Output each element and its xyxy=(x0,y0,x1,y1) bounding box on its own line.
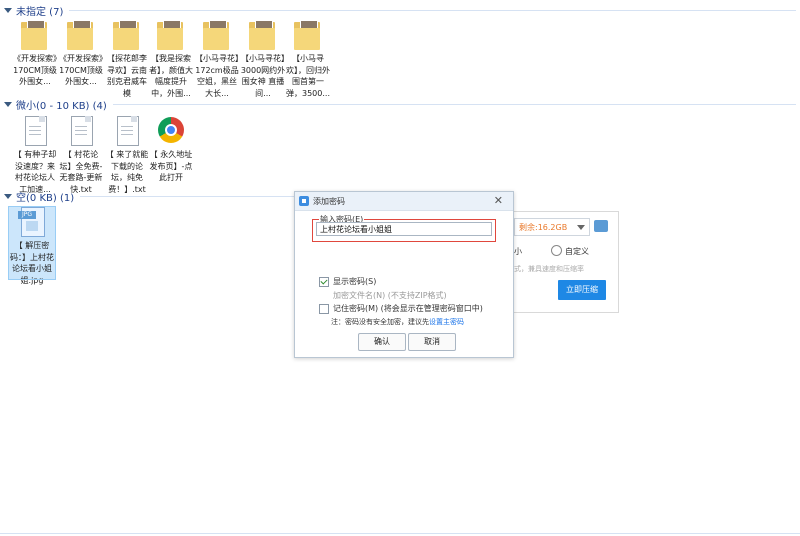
file-label: 【 永久地址发布页】-点此打开 xyxy=(149,150,193,182)
jpg-file-icon: JPG xyxy=(18,207,46,237)
folder-item[interactable]: 【小马寻欢】，回归外围首第一弹，3500... xyxy=(285,20,331,99)
shortcut-item[interactable]: 【 永久地址发布页】-点此打开 xyxy=(148,116,194,184)
encrypt-filename-option: 加密文件名(N) (不支持ZIP格式) xyxy=(319,290,447,301)
show-password-label: 显示密码(S) xyxy=(333,277,377,286)
folder-photo-icon xyxy=(21,20,49,50)
save-location-select[interactable]: 剩余:16.2GB xyxy=(514,218,590,236)
folder-photo-icon xyxy=(113,20,141,50)
folder-item[interactable]: 《开发探索》170CM顶级外围女... xyxy=(58,20,104,88)
group-title: 空(0 KB) (1) xyxy=(16,192,75,204)
folder-item[interactable]: 【探花郎李寻欢】云南别克君威车模 xyxy=(104,20,150,99)
folder-photo-icon xyxy=(203,20,231,50)
remember-password-option[interactable]: 记住密码(M) (将会显示在管理密码窗口中) xyxy=(319,303,483,314)
file-label: 《开发探索》170CM顶级外围女... xyxy=(13,54,57,86)
folder-item[interactable]: 【我是探索者】，颜值大幅度提升中，外围... xyxy=(148,20,194,99)
remember-password-label: 记住密码(M) (将会显示在管理密码窗口中) xyxy=(333,304,483,313)
text-file-item[interactable]: 【 有种子却没速度？来村花论坛人工加速... xyxy=(12,116,58,195)
option-custom-label: 自定义 xyxy=(565,247,589,256)
show-password-option[interactable]: 显示密码(S) xyxy=(319,276,376,287)
browse-folder-icon[interactable] xyxy=(594,220,608,232)
collapse-arrow-icon[interactable] xyxy=(4,7,12,13)
confirm-button[interactable]: 确认 xyxy=(358,333,406,351)
file-label: 【 解压密码：】上村花论坛看小姐姐.jpg xyxy=(10,241,54,285)
jpg-file-item[interactable]: JPG 【 解压密码：】上村花论坛看小姐姐.jpg xyxy=(8,206,56,285)
text-file-item[interactable]: 【 村花论坛】全免费-无套路-更新快.txt xyxy=(58,116,104,195)
group-title: 微小(0 - 10 KB) (4) xyxy=(16,100,107,112)
set-master-password-link[interactable]: 设置主密码 xyxy=(429,318,464,326)
security-note: 注：密码没有安全加密，建议先设置主密码 xyxy=(331,317,464,327)
file-label: 《开发探索》170CM顶级外围女... xyxy=(59,54,103,86)
compress-now-button[interactable]: 立即压缩 xyxy=(558,280,606,300)
option-small-label: 小 xyxy=(514,247,522,256)
remember-password-checkbox[interactable] xyxy=(319,303,329,314)
folder-item[interactable]: 【小马寻花】3000网约外围女神 直播间... xyxy=(240,20,286,99)
dialog-title: 添加密码 xyxy=(313,196,345,206)
close-icon[interactable]: ✕ xyxy=(494,194,503,208)
folder-photo-icon xyxy=(294,20,322,50)
file-label: 【小马寻欢】，回归外围首第一弹，3500... xyxy=(286,54,330,98)
compression-hint: 式，兼具速度和压缩率 xyxy=(514,265,584,273)
compression-panel: 剩余:16.2GB 小 自定义 式，兼具速度和压缩率 立即压缩 xyxy=(505,211,619,313)
encrypt-filename-label: 加密文件名(N) (不支持ZIP格式) xyxy=(333,291,447,300)
text-file-icon xyxy=(67,116,95,146)
text-file-icon xyxy=(21,116,49,146)
folder-photo-icon xyxy=(67,20,95,50)
divider xyxy=(69,9,796,11)
custom-radio[interactable] xyxy=(551,245,562,256)
group-header-unspecified[interactable]: 未指定 (7) xyxy=(0,2,800,18)
add-password-dialog: 添加密码 ✕ 输入密码(E) 显示密码(S) 加密文件名(N) (不支持ZIP格… xyxy=(294,191,514,358)
free-space-text: 剩余:16.2GB xyxy=(519,222,568,232)
divider xyxy=(80,195,311,197)
text-file-item[interactable]: 【 来了就能下载的论坛，纯免费！】.txt xyxy=(104,116,150,195)
chrome-icon xyxy=(157,116,185,146)
dialog-titlebar[interactable]: 添加密码 ✕ xyxy=(295,192,513,211)
file-label: 【小马寻花】3000网约外围女神 直播间... xyxy=(240,54,286,98)
folder-photo-icon xyxy=(157,20,185,50)
show-password-checkbox[interactable] xyxy=(319,276,329,287)
note-text: 注：密码没有安全加密，建议先 xyxy=(331,318,429,326)
group-title: 未指定 (7) xyxy=(16,6,64,18)
collapse-arrow-icon[interactable] xyxy=(4,193,12,199)
bottom-divider xyxy=(0,533,800,534)
folder-photo-icon xyxy=(249,20,277,50)
chevron-down-icon[interactable] xyxy=(577,225,585,230)
folder-item[interactable]: 《开发探索》170CM顶级外围女... xyxy=(12,20,58,88)
file-label: 【我是探索者】，颜值大幅度提升中，外围... xyxy=(149,54,193,98)
group-header-tiny[interactable]: 微小(0 - 10 KB) (4) xyxy=(0,96,800,112)
divider xyxy=(112,103,796,105)
cancel-button[interactable]: 取消 xyxy=(408,333,456,351)
app-icon xyxy=(299,196,309,206)
text-file-icon xyxy=(113,116,141,146)
folder-item[interactable]: 【小马寻花】172cm极品空姐，黑丝大长... xyxy=(194,20,240,99)
collapse-arrow-icon[interactable] xyxy=(4,101,12,107)
file-label: 【小马寻花】172cm极品空姐，黑丝大长... xyxy=(195,54,239,98)
password-input[interactable] xyxy=(316,222,492,236)
file-label: 【探花郎李寻欢】云南别克君威车模 xyxy=(107,54,147,98)
